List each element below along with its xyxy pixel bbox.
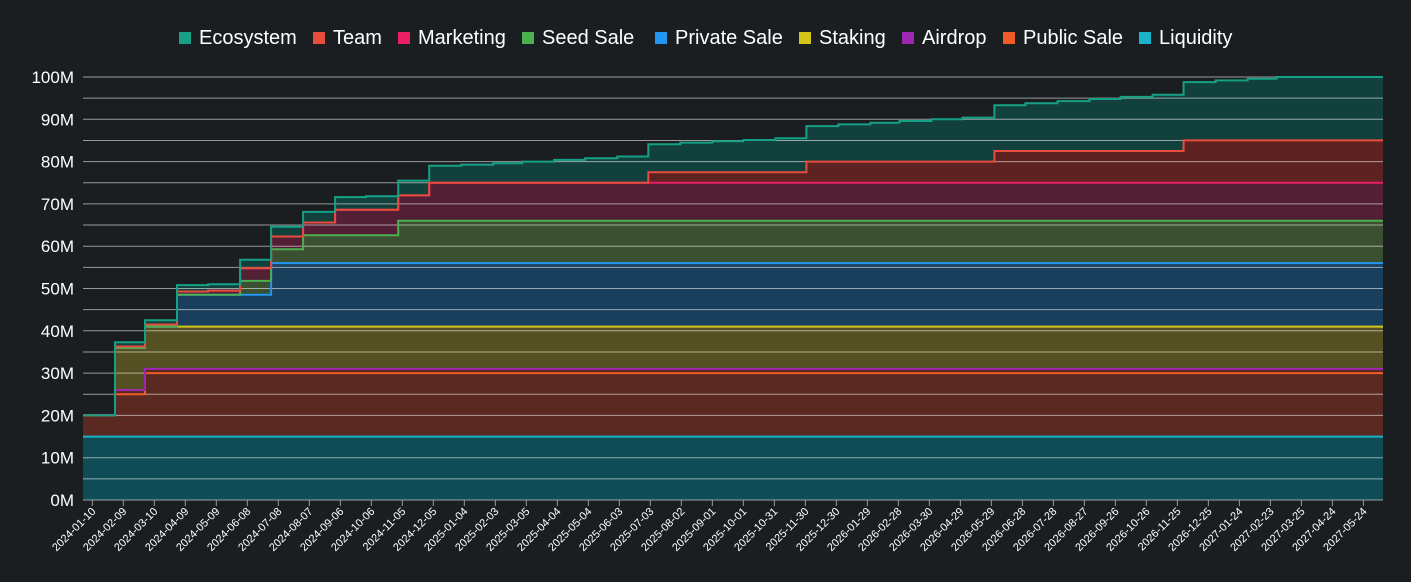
y-tick-label: 80M [41, 153, 74, 172]
plot-area [83, 76, 1383, 501]
y-tick-label: 10M [41, 449, 74, 468]
legend-item-liquidity[interactable]: Liquidity [1139, 27, 1232, 49]
legend-label: Private Sale [675, 27, 783, 49]
y-axis: 0M 10M 20M 30M 40M 50M 60M 70M 80M 90M 100M [31, 68, 74, 510]
legend-item-staking[interactable]: Staking [799, 27, 886, 49]
legend-label: Airdrop [922, 27, 986, 49]
y-tick-label: 90M [41, 110, 74, 129]
legend-label: Staking [819, 27, 886, 49]
x-axis: 2024-01-102024-02-092024-03-102024-04-09… [50, 500, 1370, 554]
legend-item-airdrop[interactable]: Airdrop [902, 27, 986, 49]
y-tick-label: 30M [41, 364, 74, 383]
y-tick-label: 50M [41, 280, 74, 299]
legend-swatch [799, 32, 811, 44]
legend-swatch [179, 32, 191, 44]
legend-label: Marketing [418, 27, 506, 49]
y-tick-label: 20M [41, 406, 74, 425]
legend-label: Liquidity [1159, 27, 1232, 49]
legend-item-team[interactable]: Team [313, 27, 382, 49]
legend-swatch [1139, 32, 1151, 44]
legend-item-private-sale[interactable]: Private Sale [655, 27, 783, 49]
legend-item-ecosystem[interactable]: Ecosystem [179, 27, 297, 49]
legend-swatch [313, 32, 325, 44]
token-unlock-chart: Ecosystem Team Marketing Seed Sale Private S… [31, 27, 1383, 554]
y-tick-label: 70M [41, 195, 74, 214]
legend-item-marketing[interactable]: Marketing [398, 27, 506, 49]
legend-label: Public Sale [1023, 27, 1123, 49]
legend-item-seed-sale[interactable]: Seed Sale [522, 27, 634, 49]
legend-swatch [522, 32, 534, 44]
legend-label: Team [333, 27, 382, 49]
legend-swatch [902, 32, 914, 44]
area-public-sale [83, 373, 1383, 437]
area-liquidity [83, 436, 1383, 500]
legend-swatch [655, 32, 667, 44]
legend-label: Ecosystem [199, 27, 297, 49]
legend-swatch [1003, 32, 1015, 44]
y-tick-label: 100M [31, 68, 74, 87]
chart-legend: Ecosystem Team Marketing Seed Sale Private S… [179, 27, 1232, 49]
y-tick-label: 60M [41, 237, 74, 256]
y-tick-label: 40M [41, 322, 74, 341]
legend-item-public-sale[interactable]: Public Sale [1003, 27, 1123, 49]
legend-label: Seed Sale [542, 27, 634, 49]
y-tick-label: 0M [50, 491, 74, 510]
legend-swatch [398, 32, 410, 44]
